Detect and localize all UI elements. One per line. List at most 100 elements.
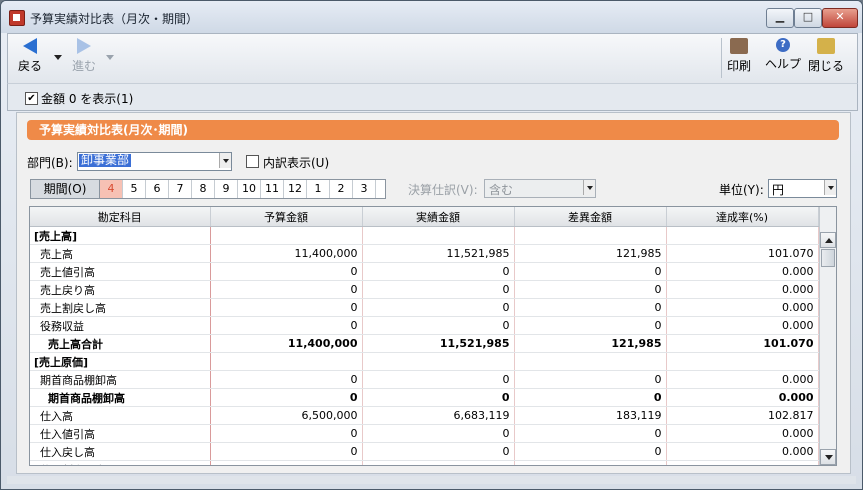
month-tab[interactable]: 6 (146, 180, 169, 198)
scroll-thumb[interactable] (821, 249, 835, 267)
period-label: 期間(O) (31, 180, 100, 198)
amount-cell: 0 (514, 370, 667, 389)
table-row[interactable]: 仕入割戻し高0000.000 (30, 460, 819, 465)
table-body: [売上高] 売上高 11,400,000 11,521,985 121,985 101.0… (30, 226, 819, 465)
amount-cell: 183,119 (514, 406, 667, 425)
amount-cell (362, 226, 515, 245)
scroll-down-icon[interactable] (820, 449, 836, 465)
breakdown-label: 内訳表示(U) (263, 156, 330, 170)
window-title: 予算実績対比表（月次・期間） (30, 12, 199, 26)
month-tab[interactable]: 7 (169, 180, 192, 198)
account-cell: 売上値引高 (30, 262, 211, 281)
options-bar: ✔ 金額 0 を表示(1) (7, 83, 858, 111)
unit-value: 円 (772, 183, 785, 197)
department-select[interactable]: 卸事業部 (77, 152, 232, 171)
settlement-select[interactable]: 含む (484, 179, 596, 198)
maximize-button[interactable]: □ (794, 8, 822, 28)
amount-cell (210, 352, 363, 371)
chevron-down-icon[interactable] (219, 153, 231, 168)
forward-dropdown-icon[interactable] (106, 55, 114, 60)
table-row[interactable]: [売上原価] (30, 352, 819, 371)
table-row[interactable]: 期首商品棚卸高 0 0 0 0.000 (30, 370, 819, 389)
month-tab[interactable]: 5 (123, 180, 146, 198)
print-button[interactable]: 印刷 (724, 38, 754, 74)
help-button[interactable]: ? ヘルプ (761, 38, 805, 72)
table-row[interactable]: 売上高 11,400,000 11,521,985 121,985 101.070 (30, 244, 819, 263)
toolbar-divider (721, 38, 722, 78)
back-button[interactable]: 戻る (16, 38, 44, 74)
close-window-button[interactable]: ✕ (822, 8, 858, 28)
amount-cell: 0 (362, 262, 515, 281)
scroll-up-icon[interactable] (820, 232, 836, 248)
month-tab[interactable]: 4 (100, 180, 123, 198)
column-header[interactable]: 勘定科目 (30, 207, 211, 227)
close-label: 閉じる (808, 59, 845, 73)
amount-cell: 121,985 (514, 244, 667, 263)
month-tab[interactable]: 11 (261, 180, 284, 198)
account-cell: 役務収益 (30, 316, 211, 335)
month-tab[interactable]: 10 (238, 180, 261, 198)
month-tab[interactable]: 1 (307, 180, 330, 198)
report-heading: 予算実績対比表(月次･期間) (27, 120, 839, 140)
account-cell: 売上高 (30, 244, 211, 263)
amount-cell: 0.000 (666, 442, 819, 461)
back-dropdown-icon[interactable] (54, 55, 62, 60)
amount-cell: 0 (210, 316, 363, 335)
amount-cell: 0 (362, 280, 515, 299)
print-icon (730, 38, 748, 54)
close-door-icon (817, 38, 835, 54)
help-icon: ? (776, 38, 790, 52)
table-row[interactable]: 仕入戻し高 0 0 0 0.000 (30, 442, 819, 461)
month-tab[interactable]: 8 (192, 180, 215, 198)
amount-cell (666, 352, 819, 371)
table-row[interactable]: 仕入高 6,500,000 6,683,119 183,119 102.817 (30, 406, 819, 425)
table-row[interactable]: 仕入値引高 0 0 0 0.000 (30, 424, 819, 443)
column-header[interactable]: 差異金額 (514, 207, 667, 227)
amount-cell: 0 (210, 388, 363, 407)
unit-select[interactable]: 円 (768, 179, 837, 198)
table-row[interactable]: 売上値引高 0 0 0 0.000 (30, 262, 819, 281)
amount-cell: 0 (210, 442, 363, 461)
account-cell: [売上原価] (30, 352, 211, 371)
amount-cell: 11,521,985 (362, 244, 515, 263)
table-row[interactable]: [売上高] (30, 226, 819, 245)
amount-cell: 0 (362, 442, 515, 461)
table-row[interactable]: 役務収益 0 0 0 0.000 (30, 316, 819, 335)
chevron-down-icon[interactable] (824, 180, 836, 195)
print-label: 印刷 (726, 59, 751, 73)
forward-label: 進む (71, 59, 96, 73)
amount-cell: 11,521,985 (362, 334, 515, 353)
amount-cell: 101.070 (666, 334, 819, 353)
amount-cell: 0 (514, 280, 667, 299)
vertical-scrollbar[interactable] (819, 207, 836, 465)
show-zero-checkbox[interactable]: ✔ (25, 92, 38, 105)
table-row[interactable]: 売上高合計 11,400,000 11,521,985 121,985 101.070 (30, 334, 819, 353)
month-tab[interactable]: 2 (330, 180, 353, 198)
table-row[interactable]: 売上割戻し高 0 0 0 0.000 (30, 298, 819, 317)
account-cell: 仕入戻し高 (30, 442, 211, 461)
title-bar: 予算実績対比表（月次・期間） ▁ □ ✕ (1, 1, 862, 33)
month-tab[interactable]: 3 (353, 180, 376, 198)
chevron-down-icon[interactable] (583, 180, 595, 195)
month-tab[interactable]: 9 (215, 180, 238, 198)
window-footer (7, 476, 856, 484)
account-cell: [売上高] (30, 226, 211, 245)
amount-cell: 0 (362, 388, 515, 407)
amount-cell: 0 (514, 424, 667, 443)
amount-cell: 0 (210, 460, 363, 465)
amount-cell: 0 (210, 262, 363, 281)
table-row[interactable]: 売上戻り高 0 0 0 0.000 (30, 280, 819, 299)
amount-cell: 0 (362, 460, 515, 465)
account-cell: 売上高合計 (30, 334, 211, 353)
minimize-button[interactable]: ▁ (766, 8, 794, 28)
account-cell: 仕入値引高 (30, 424, 211, 443)
column-header[interactable]: 達成率(%) (666, 207, 819, 227)
breakdown-checkbox[interactable] (246, 155, 259, 168)
close-button[interactable]: 閉じる (808, 38, 844, 74)
forward-button[interactable]: 進む (70, 38, 98, 74)
settlement-label: 決算仕訳(V): (408, 183, 478, 197)
column-header[interactable]: 実績金額 (362, 207, 515, 227)
column-header[interactable]: 予算金額 (210, 207, 363, 227)
month-tab[interactable]: 12 (284, 180, 307, 198)
table-row[interactable]: 期首商品棚卸高 0 0 0 0.000 (30, 388, 819, 407)
